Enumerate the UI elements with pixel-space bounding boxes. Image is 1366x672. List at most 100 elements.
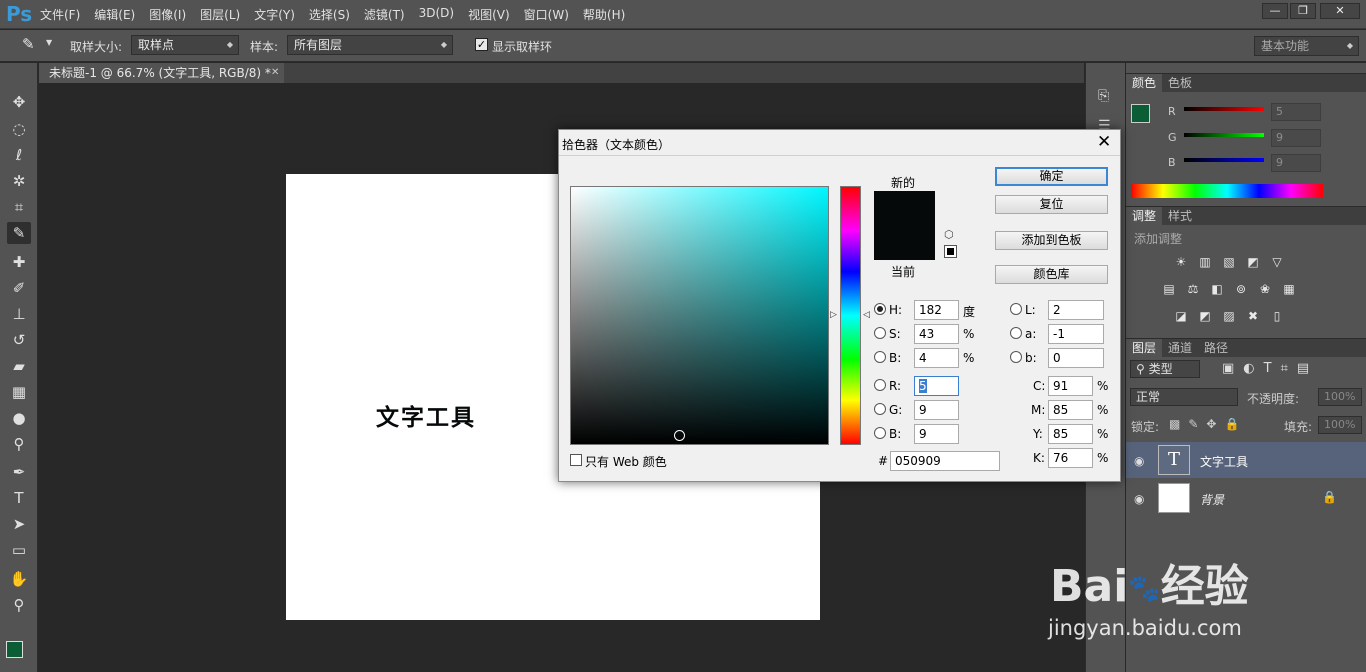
selective-color-icon[interactable]: ✖: [1244, 309, 1262, 323]
eyedropper-icon[interactable]: ✎: [22, 35, 35, 53]
rectangle-tool-icon[interactable]: ▭: [7, 539, 31, 561]
black-white-icon[interactable]: ◧: [1208, 282, 1226, 296]
menu-view[interactable]: 视图(V): [468, 6, 510, 23]
move-tool-icon[interactable]: ✥: [7, 91, 31, 113]
document-tab[interactable]: 未标题-1 @ 66.7% (文字工具, RGB/8) * ✕: [39, 63, 284, 83]
s-input[interactable]: 43: [914, 324, 959, 344]
color-field-marker[interactable]: [674, 430, 685, 441]
eraser-tool-icon[interactable]: ▰: [7, 355, 31, 377]
type-tool-icon[interactable]: T: [7, 487, 31, 509]
exposure-icon[interactable]: ◩: [1244, 255, 1262, 269]
menu-select[interactable]: 选择(S): [309, 6, 350, 23]
k-input[interactable]: 76: [1048, 448, 1093, 468]
menu-help[interactable]: 帮助(H): [583, 6, 625, 23]
history-brush-tool-icon[interactable]: ↺: [7, 329, 31, 351]
l-input[interactable]: 2: [1048, 300, 1104, 320]
brush-tool-icon[interactable]: ✐: [7, 277, 31, 299]
blue-input[interactable]: 9: [914, 424, 959, 444]
y-input[interactable]: 85: [1048, 424, 1093, 444]
color-lookup-icon[interactable]: ▦: [1280, 282, 1298, 296]
menu-type[interactable]: 文字(Y): [254, 6, 295, 23]
color-spectrum-bar[interactable]: [1131, 184, 1323, 198]
color-libraries-button[interactable]: 颜色库: [995, 265, 1108, 284]
layer-row-text[interactable]: ◉ T 文字工具: [1126, 442, 1366, 478]
blend-mode-select[interactable]: 正常: [1130, 388, 1238, 406]
magic-wand-tool-icon[interactable]: ✲: [7, 170, 31, 192]
web-only-checkbox[interactable]: [570, 454, 582, 466]
tool-preset-arrow-icon[interactable]: ▼: [46, 38, 52, 47]
show-ring-checkbox[interactable]: ✓: [475, 38, 488, 51]
threshold-icon[interactable]: ▨: [1220, 309, 1238, 323]
web-safe-icon[interactable]: [944, 245, 957, 258]
brightness-icon[interactable]: ☀: [1172, 255, 1190, 269]
add-to-swatches-button[interactable]: 添加到色板: [995, 231, 1108, 250]
lab-b-radio[interactable]: [1010, 351, 1022, 363]
r-value[interactable]: 5: [1271, 103, 1321, 121]
r-radio[interactable]: [874, 379, 886, 391]
menu-file[interactable]: 文件(F): [40, 6, 80, 23]
menu-3d[interactable]: 3D(D): [419, 6, 454, 23]
zoom-tool-icon[interactable]: ⚲: [7, 594, 31, 616]
menu-layer[interactable]: 图层(L): [200, 6, 240, 23]
r-input[interactable]: 5: [914, 376, 959, 396]
workspace-select[interactable]: 基本功能 ◆: [1254, 36, 1359, 56]
invert-icon[interactable]: ◪: [1172, 309, 1190, 323]
layer-row-background[interactable]: ◉ 背景 🔒: [1126, 480, 1366, 516]
color-balance-icon[interactable]: ⚖: [1184, 282, 1202, 296]
l-radio[interactable]: [1010, 303, 1022, 315]
lock-icons[interactable]: ▩✎✥🔒: [1169, 417, 1247, 431]
b-slider[interactable]: [1184, 158, 1264, 162]
sample-size-select[interactable]: 取样点 ◆: [131, 35, 239, 55]
curves-icon[interactable]: ▧: [1220, 255, 1238, 269]
layer-filter-icons[interactable]: ▣◐T⌗▤: [1222, 361, 1318, 376]
color-field[interactable]: [570, 186, 829, 445]
tab-adjustments[interactable]: 调整: [1126, 207, 1163, 226]
h-input[interactable]: 182: [914, 300, 959, 320]
tab-swatches[interactable]: 色板: [1162, 74, 1198, 93]
g-radio[interactable]: [874, 403, 886, 415]
hue-slider[interactable]: [840, 186, 861, 445]
hue-slider-left-arrow[interactable]: ▷: [830, 310, 837, 320]
menu-edit[interactable]: 编辑(E): [94, 6, 135, 23]
levels-icon[interactable]: ▥: [1196, 255, 1214, 269]
s-radio[interactable]: [874, 327, 886, 339]
hand-tool-icon[interactable]: ✋: [7, 568, 31, 590]
close-tab-icon[interactable]: ✕: [271, 63, 279, 83]
hue-slider-right-arrow[interactable]: ◁: [863, 310, 870, 320]
brightness-radio[interactable]: [874, 351, 886, 363]
hex-input[interactable]: 050909: [890, 451, 1000, 471]
g-input[interactable]: 9: [914, 400, 959, 420]
path-select-tool-icon[interactable]: ➤: [7, 513, 31, 535]
brightness-input[interactable]: 4: [914, 348, 959, 368]
layer-name[interactable]: 背景: [1200, 491, 1224, 508]
menu-image[interactable]: 图像(I): [149, 6, 186, 23]
stamp-tool-icon[interactable]: ⊥: [7, 303, 31, 325]
menu-filter[interactable]: 滤镜(T): [364, 6, 405, 23]
blur-tool-icon[interactable]: ●: [7, 407, 31, 429]
dodge-tool-icon[interactable]: ⚲: [7, 433, 31, 455]
photo-filter-icon[interactable]: ⊚: [1232, 282, 1250, 296]
minimize-button[interactable]: —: [1262, 3, 1288, 19]
eye-icon[interactable]: ◉: [1134, 454, 1144, 468]
pen-tool-icon[interactable]: ✒: [7, 461, 31, 483]
sample-layers-select[interactable]: 所有图层 ◆: [287, 35, 453, 55]
posterize-icon[interactable]: ◩: [1196, 309, 1214, 323]
crop-tool-icon[interactable]: ⌗: [7, 196, 31, 218]
restore-button[interactable]: ❐: [1290, 3, 1316, 19]
eye-icon[interactable]: ◉: [1134, 492, 1144, 506]
out-of-gamut-cube-icon[interactable]: ⬡: [944, 228, 954, 241]
lasso-tool-icon[interactable]: ℓ: [7, 144, 31, 166]
h-radio[interactable]: [874, 303, 886, 315]
tab-channels[interactable]: 通道: [1162, 339, 1198, 358]
a-radio[interactable]: [1010, 327, 1022, 339]
menu-window[interactable]: 窗口(W): [524, 6, 569, 23]
g-value[interactable]: 9: [1271, 129, 1321, 147]
blue-radio[interactable]: [874, 427, 886, 439]
opacity-value[interactable]: 100%: [1318, 388, 1362, 406]
tab-styles[interactable]: 样式: [1162, 207, 1198, 226]
channel-mixer-icon[interactable]: ❀: [1256, 282, 1274, 296]
r-slider[interactable]: [1184, 107, 1264, 111]
tab-layers[interactable]: 图层: [1126, 339, 1163, 358]
history-panel-icon[interactable]: ⎘: [1098, 88, 1116, 106]
tab-color[interactable]: 颜色: [1126, 74, 1163, 93]
